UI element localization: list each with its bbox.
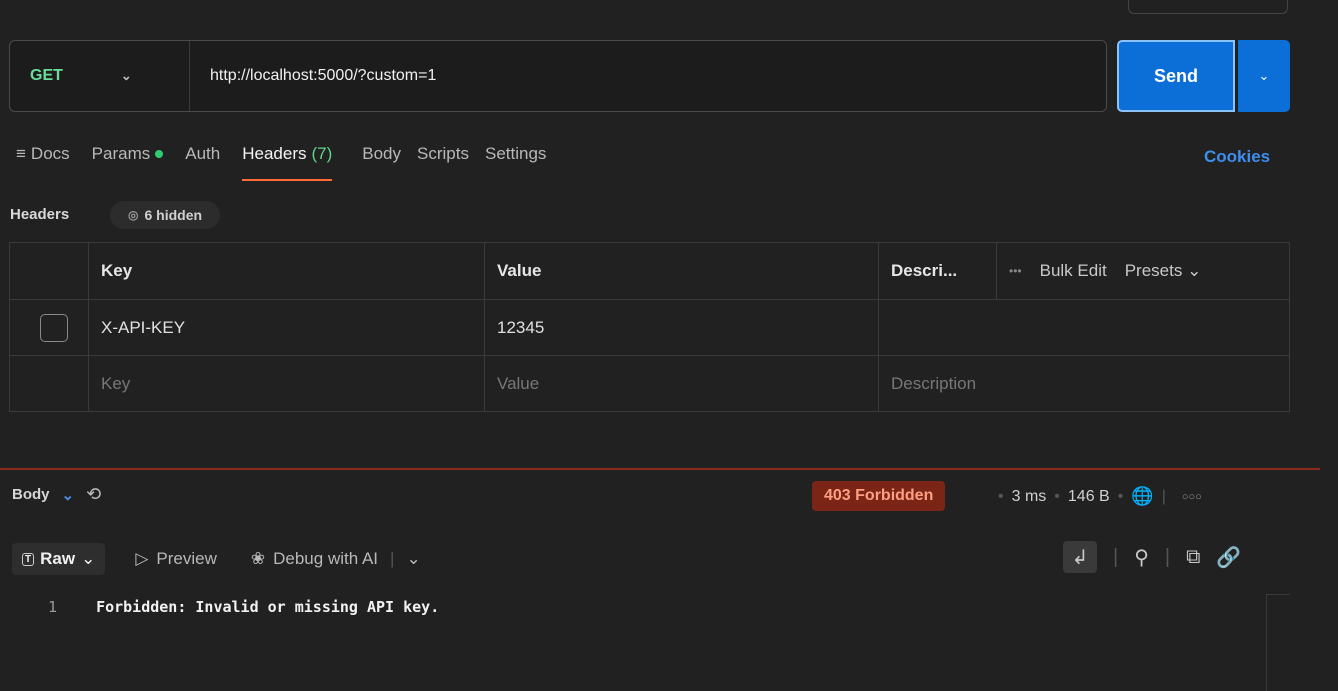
eye-icon: ◎ [128,208,139,222]
response-meta: • 3 ms • 146 B • 🌐 | ○○○ [998,486,1202,507]
table-row: X-API-KEY 12345 [9,299,1290,356]
history-icon[interactable]: ⟲ [86,484,101,505]
cookies-link[interactable]: Cookies [1204,147,1270,167]
separator: | [1164,545,1171,568]
more-options-icon[interactable]: ○○○ [1182,491,1202,503]
wrap-lines-icon[interactable]: ↲ [1063,541,1097,573]
tab-scripts[interactable]: Scripts [417,144,469,184]
tab-headers[interactable]: Headers (7) [242,144,333,184]
params-indicator-dot [155,150,164,158]
column-key: Key [88,242,485,300]
send-dropdown-button[interactable]: ⌄ [1238,40,1290,112]
preview-button[interactable]: ▷ Preview [135,549,217,569]
separator: | [390,549,395,568]
tab-label: Settings [484,144,547,163]
new-value-input[interactable]: Value [484,355,879,412]
new-description-input[interactable]: Description [878,355,1290,412]
text-format-icon: T [22,552,35,566]
separator: • [1117,487,1124,505]
tab-label: Headers [242,144,307,163]
tab-body[interactable]: Body [362,144,401,184]
headers-section-title: Headers [10,206,70,223]
response-toolbar: T Raw ⌄ ▷ Preview ❀ Debug with AI | ⌄ [12,543,421,575]
url-bar: GET ⌄ http://localhost:5000/?custom=1 [9,40,1107,112]
tab-label: Scripts [417,144,469,163]
response-size: 146 B [1067,487,1110,505]
bulk-edit-button[interactable]: Bulk Edit [1040,261,1107,281]
tab-label: Docs [30,144,70,163]
row-checkbox[interactable] [40,313,68,342]
response-header: Body ⌄ ⟲ [12,484,101,505]
chevron-down-icon: ⌄ [1258,68,1270,83]
status-badge: 403 Forbidden [812,481,946,511]
preview-label: Preview [156,549,217,568]
chevron-down-icon[interactable]: ⌄ [406,549,420,569]
link-icon[interactable]: 🔗 [1216,545,1241,570]
header-description-cell[interactable] [878,299,1290,356]
chevron-down-icon: ⌄ [120,68,132,83]
headers-table: Key Value Descri... ••• Bulk Edit Preset… [9,242,1290,412]
method-select[interactable]: GET ⌄ [10,41,190,111]
format-label: Raw [40,549,76,568]
column-options: ••• Bulk Edit Presets ⌄ [996,242,1290,300]
ai-sparkle-icon: ❀ [250,549,266,568]
globe-icon[interactable]: 🌐 [1131,486,1153,507]
method-label: GET [30,67,63,84]
hidden-count: 6 hidden [144,207,203,223]
response-body-label[interactable]: Body [12,486,50,503]
docs-icon: ≡ [16,144,26,163]
chevron-down-icon: ⌄ [1187,261,1202,280]
table-header-row: Key Value Descri... ••• Bulk Edit Preset… [9,242,1290,300]
pane-divider[interactable] [0,468,1320,470]
new-key-input[interactable]: Key [88,355,485,412]
debug-label: Debug with AI [273,549,379,568]
request-tabs: ≡ Docs Params Auth Headers (7) Body Scri… [16,144,568,184]
separator: | [1161,487,1166,505]
tab-label: Auth [185,144,221,163]
separator: • [998,487,1004,505]
column-value: Value [484,242,879,300]
headers-count: (7) [311,144,333,163]
presets-label: Presets [1124,261,1183,280]
response-body: 1 Forbidden: Invalid or missing API key. [48,598,439,616]
tab-label: Body [362,144,402,163]
tab-settings[interactable]: Settings [485,144,546,184]
separator: | [1113,545,1119,568]
column-description: Descri... [878,242,997,300]
header-value-cell[interactable]: 12345 [484,299,879,356]
header-key-cell[interactable]: X-API-KEY [88,299,485,356]
url-input[interactable]: http://localhost:5000/?custom=1 [190,67,436,85]
more-options-icon[interactable]: ••• [1009,264,1022,278]
chevron-down-icon[interactable]: ⌄ [62,486,75,504]
response-time: 3 ms [1011,487,1047,505]
response-actions: ↲ | ⚲ | ⧉ 🔗 [1063,541,1241,573]
play-icon: ▷ [135,549,149,568]
chevron-down-icon: ⌄ [81,549,96,568]
separator: • [1054,487,1060,505]
tab-auth[interactable]: Auth [185,144,220,184]
line-number: 1 [48,598,58,616]
tab-params[interactable]: Params [92,144,164,184]
row-checkbox-cell [9,299,89,356]
presets-dropdown[interactable]: Presets ⌄ [1125,261,1202,281]
table-row-new: Key Value Description [9,355,1290,412]
hidden-headers-toggle[interactable]: ◎ 6 hidden [110,201,221,229]
header-checkbox-cell [9,242,89,300]
tab-docs[interactable]: ≡ Docs [16,144,70,184]
tab-label: Params [91,144,151,163]
copy-icon[interactable]: ⧉ [1186,546,1200,569]
empty-checkbox-cell [9,355,89,412]
top-partial-box [1128,0,1288,14]
format-select[interactable]: T Raw ⌄ [12,543,106,575]
send-button[interactable]: Send [1117,40,1235,112]
response-text: Forbidden: Invalid or missing API key. [96,598,440,616]
search-icon[interactable]: ⚲ [1134,545,1149,570]
debug-ai-button[interactable]: ❀ Debug with AI [251,549,378,569]
minimap-area[interactable] [1266,594,1290,691]
